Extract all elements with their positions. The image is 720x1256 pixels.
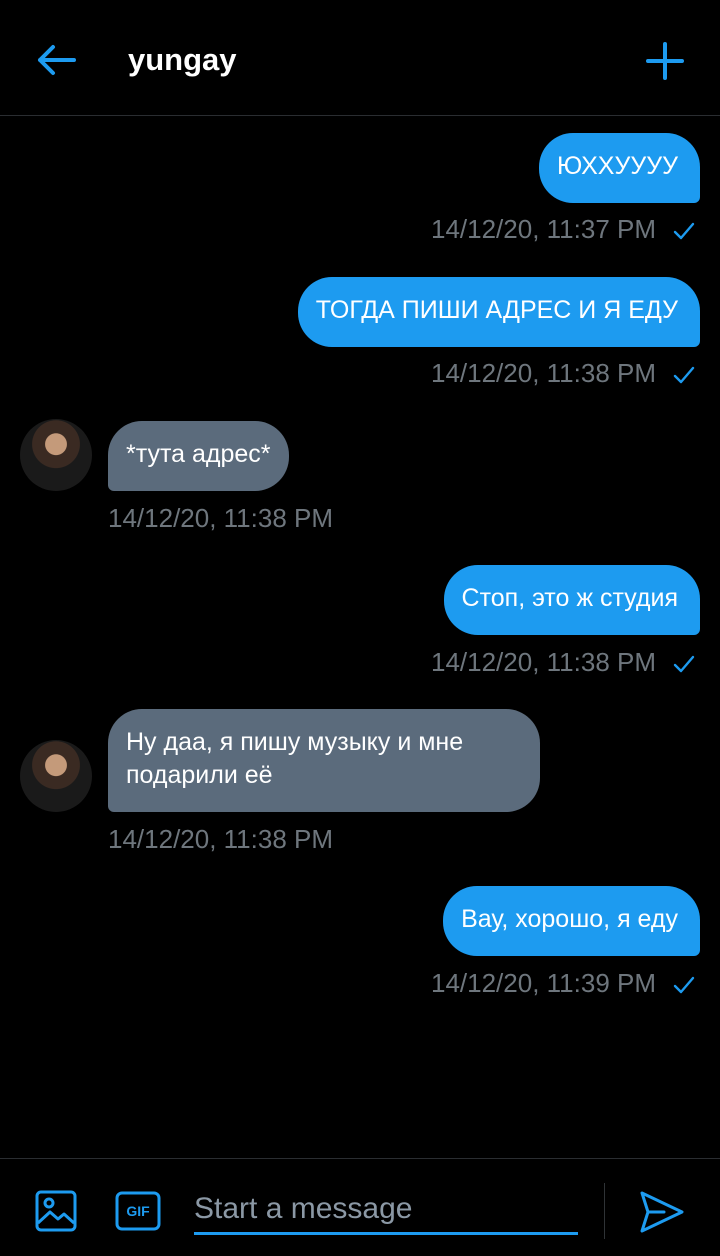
- send-icon: [640, 1191, 684, 1233]
- message-composer: GIF: [0, 1158, 720, 1256]
- image-icon: [35, 1190, 77, 1232]
- message-incoming: Ну даа, я пишу музыку и мне подарили её: [108, 709, 540, 812]
- message-bubble[interactable]: ТОГДА ПИШИ АДРЕС И Я ЕДУ: [297, 277, 700, 347]
- message-input[interactable]: [194, 1185, 578, 1235]
- send-button[interactable]: [638, 1189, 686, 1235]
- message-bubble[interactable]: ЮХХУУУУ: [538, 133, 700, 203]
- message-bubble[interactable]: Стоп, это ж студия: [443, 565, 700, 635]
- message-outgoing: ТОГДА ПИШИ АДРЕС И Я ЕДУ: [297, 277, 700, 347]
- message-timestamp: 14/12/20, 11:37 PM: [430, 214, 656, 244]
- add-image-button[interactable]: [34, 1189, 78, 1233]
- message-bubble[interactable]: *тута адрес*: [108, 421, 289, 491]
- message-timestamp: 14/12/20, 11:38 PM: [108, 503, 334, 533]
- sent-check-icon: [673, 655, 695, 673]
- message-bubble[interactable]: Вау, хорошо, я еду: [443, 886, 700, 956]
- avatar[interactable]: [20, 740, 92, 812]
- back-button[interactable]: [30, 36, 82, 84]
- avatar[interactable]: [20, 419, 92, 491]
- sent-check-icon: [673, 222, 695, 240]
- sent-check-icon: [673, 976, 695, 994]
- message-timestamp: 14/12/20, 11:39 PM: [430, 968, 656, 998]
- message-incoming: *тута адрес*: [108, 421, 289, 491]
- arrow-left-icon: [38, 45, 76, 75]
- message-list: ЮХХУУУУ 14/12/20, 11:37 PM ТОГДА ПИШИ АД…: [0, 117, 720, 1157]
- sent-check-icon: [673, 366, 695, 384]
- message-bubble[interactable]: Ну даа, я пишу музыку и мне подарили её: [108, 709, 540, 812]
- message-outgoing: Стоп, это ж студия: [443, 565, 700, 635]
- message-timestamp: 14/12/20, 11:38 PM: [430, 358, 656, 388]
- conversation-title[interactable]: yungay: [128, 42, 237, 78]
- gif-label: GIF: [126, 1203, 150, 1219]
- conversation-header: yungay: [0, 0, 720, 116]
- add-button[interactable]: [640, 36, 690, 86]
- message-outgoing: ЮХХУУУУ: [538, 133, 700, 203]
- add-gif-button[interactable]: GIF: [115, 1191, 161, 1231]
- plus-icon: [646, 42, 684, 80]
- message-outgoing: Вау, хорошо, я еду: [443, 886, 700, 956]
- composer-divider: [604, 1183, 605, 1239]
- message-timestamp: 14/12/20, 11:38 PM: [108, 824, 334, 854]
- message-timestamp: 14/12/20, 11:38 PM: [430, 647, 656, 677]
